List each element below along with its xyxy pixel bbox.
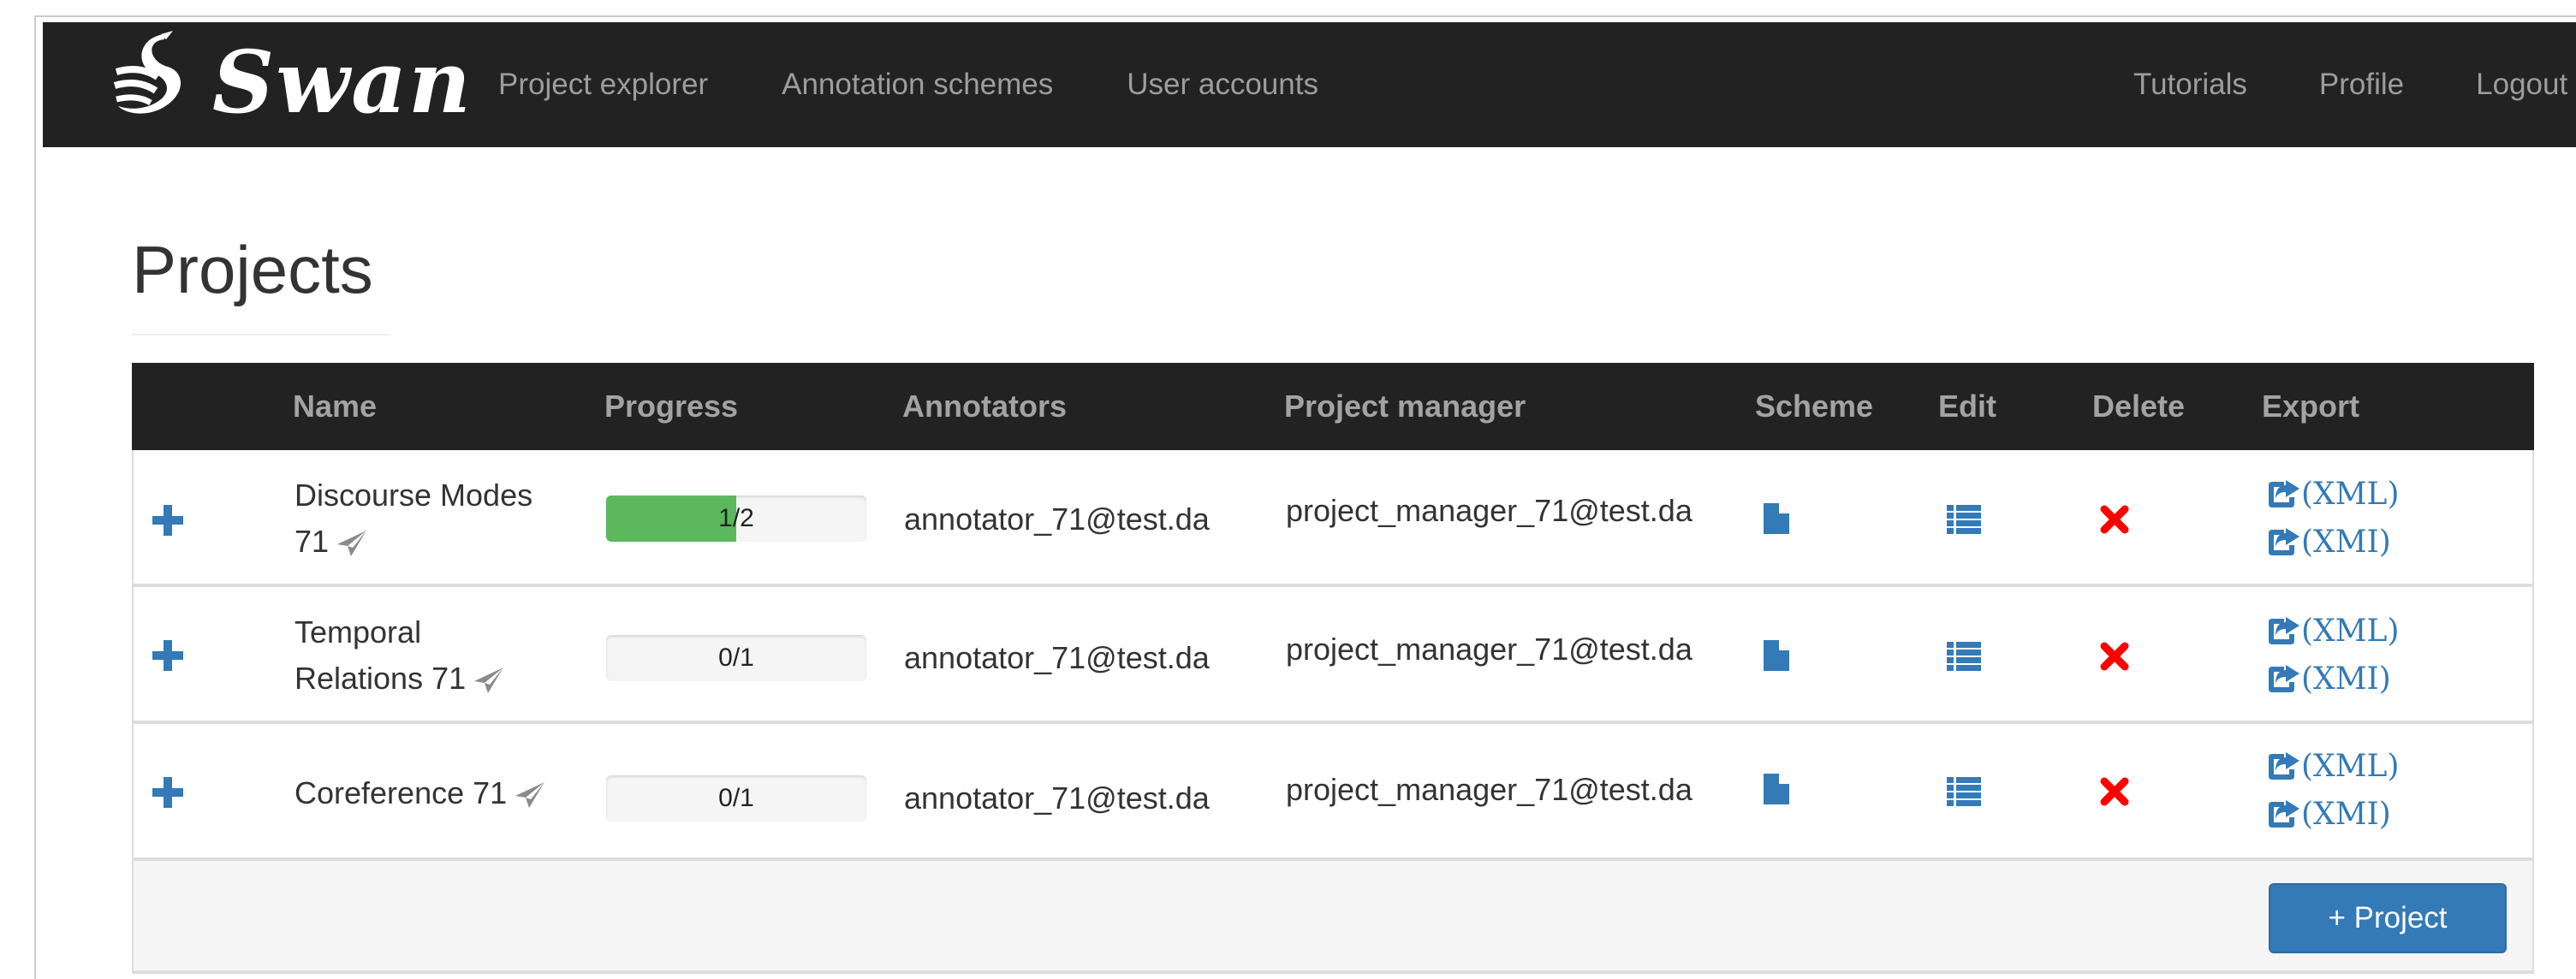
plus-icon[interactable] [152,640,183,671]
project-name-line2: 71 [294,524,330,559]
nav-profile[interactable]: Profile [2319,22,2404,147]
project-name: Coreference 71 [294,770,546,816]
export-xmi-link[interactable]: (XMI) [2269,656,2400,703]
nav-logout[interactable]: Logout [2476,22,2567,147]
plus-icon[interactable] [152,777,183,808]
header-project-manager: Project manager [1284,389,1526,424]
export-xmi-link[interactable]: (XMI) [2269,791,2400,839]
export-xmi-label: (XMI) [2301,662,2391,697]
export-links: (XML) (XMI) [2269,608,2400,703]
share-icon [2269,752,2299,780]
nav-user-accounts[interactable]: User accounts [1127,22,1318,147]
table-footer: + Project [132,861,2534,974]
project-name: Temporal Relations 71 [294,609,505,702]
plus-icon[interactable] [152,505,183,536]
swan-logo-icon [113,31,181,114]
list-icon[interactable] [1947,777,1981,806]
projects-table: Name Progress Annotators Project manager… [132,363,2534,974]
header-progress: Progress [604,389,739,424]
remove-icon[interactable] [2100,642,2129,671]
header-delete: Delete [2092,389,2186,424]
paper-plane-icon[interactable] [473,666,505,695]
nav-annotation-schemes[interactable]: Annotation schemes [782,22,1053,147]
file-icon[interactable] [1764,640,1789,671]
header-edit: Edit [1938,389,1996,424]
table-row: Temporal Relations 71 0/1 annotator_71@t… [132,587,2534,724]
export-xml-label: (XML) [2301,614,2400,649]
table-header: Name Progress Annotators Project manager… [132,363,2534,450]
export-xml-link[interactable]: (XML) [2269,471,2400,519]
export-xml-label: (XML) [2301,749,2400,784]
table-row: Discourse Modes 71 1/2 annotator_71@test… [132,450,2534,587]
share-icon [2269,480,2299,507]
paper-plane-icon[interactable] [514,780,546,810]
title-divider [132,334,390,335]
share-icon [2269,617,2299,644]
brand-name: Swan [212,32,473,133]
brand-logo[interactable]: Swan [111,22,471,147]
file-icon[interactable] [1764,774,1789,804]
annotators-cell: annotator_71@test.da [904,780,1210,816]
export-xmi-link[interactable]: (XMI) [2269,519,2400,567]
table-row: Coreference 71 0/1 annotator_71@test.da … [132,724,2534,861]
export-xmi-label: (XMI) [2301,525,2391,560]
list-icon[interactable] [1947,642,1981,671]
share-icon [2269,528,2299,555]
progress-bar: 0/1 [606,635,866,681]
project-name-line1: Temporal [294,614,422,650]
remove-icon[interactable] [2100,505,2129,534]
project-name-line2: Relations 71 [294,661,467,696]
main-nav: Project explorer Annotation schemes User… [498,22,1318,147]
add-project-button[interactable]: + Project [2269,883,2507,953]
progress-bar: 0/1 [606,775,866,822]
export-xmi-label: (XMI) [2301,797,2391,832]
progress-bar: 1/2 [606,495,866,542]
header-name: Name [293,389,378,424]
project-name: Discourse Modes 71 [294,472,532,565]
project-manager-cell: project_manager_71@test.da [1286,493,1693,528]
project-manager-cell: project_manager_71@test.da [1286,632,1693,667]
file-icon[interactable] [1764,503,1789,534]
nav-project-explorer[interactable]: Project explorer [498,22,708,147]
export-xml-link[interactable]: (XML) [2269,743,2400,791]
project-name-line1: Coreference 71 [294,775,508,810]
header-scheme: Scheme [1755,389,1874,424]
project-manager-cell: project_manager_71@test.da [1286,772,1693,807]
header-annotators: Annotators [902,389,1067,424]
list-icon[interactable] [1947,505,1981,534]
progress-label: 1/2 [718,504,754,532]
paper-plane-icon[interactable] [336,529,368,558]
progress-label: 0/1 [718,644,754,672]
export-links: (XML) (XMI) [2269,471,2400,567]
export-xml-link[interactable]: (XML) [2269,608,2400,656]
page-title: Projects [132,232,373,307]
export-links: (XML) (XMI) [2269,743,2400,839]
export-xml-label: (XML) [2301,477,2400,512]
share-icon [2269,665,2299,692]
progress-label: 0/1 [718,784,754,812]
browser-viewport: Swan Project explorer Annotation schemes… [34,15,2576,979]
top-navbar: Swan Project explorer Annotation schemes… [43,22,2576,147]
header-export: Export [2262,389,2360,424]
nav-tutorials[interactable]: Tutorials [2133,22,2247,147]
annotators-cell: annotator_71@test.da [904,501,1210,537]
user-nav: Tutorials Profile Logout [2133,22,2567,147]
project-name-line1: Discourse Modes [294,478,533,513]
share-icon [2269,800,2299,828]
remove-icon[interactable] [2100,777,2129,806]
annotators-cell: annotator_71@test.da [904,640,1210,675]
